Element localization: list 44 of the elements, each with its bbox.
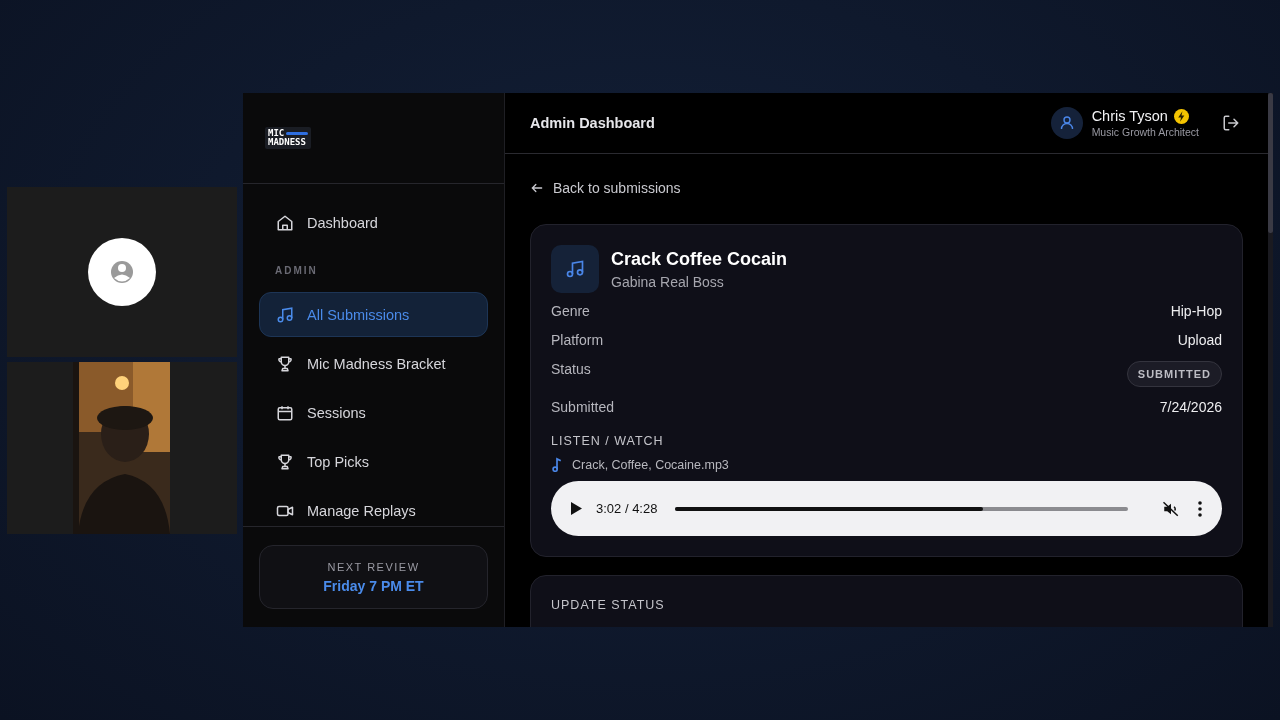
- music-note-icon: [551, 457, 563, 472]
- home-icon: [276, 213, 294, 232]
- back-link[interactable]: Back to submissions: [530, 174, 681, 202]
- detail-value: 7/24/2026: [1159, 399, 1222, 415]
- nav-item[interactable]: All Submissions: [259, 292, 488, 337]
- detail-label: Submitted: [551, 399, 615, 415]
- music-icon: [276, 305, 294, 324]
- section-heading: UPDATE STATUS: [551, 598, 666, 612]
- file-name: Crack, Coffee, Cocaine.mp3: [572, 457, 729, 472]
- section-heading: ADMIN: [274, 264, 319, 278]
- detail-label: Platform: [551, 332, 604, 348]
- next-review-label: NEXT REVIEW: [327, 560, 420, 573]
- nav-item[interactable]: Dashboard: [259, 200, 488, 245]
- track-title: Crack Coffee Cocain: [611, 248, 788, 270]
- trophy-icon: [276, 354, 294, 373]
- next-review-time: Friday 7 PM ET: [323, 577, 424, 594]
- nav-item[interactable]: Sessions: [259, 390, 488, 435]
- detail-label: Status: [551, 361, 591, 377]
- detail-value: Hip-Hop: [1170, 303, 1222, 319]
- user-role: Music Growth Architect: [1091, 126, 1199, 138]
- play-icon: [571, 502, 582, 515]
- logo: MIC MADNESS: [265, 127, 312, 149]
- page-title: Admin Dashboard: [530, 115, 655, 131]
- more-icon: [1198, 500, 1202, 517]
- avatar-icon: [88, 238, 156, 306]
- calendar-icon: [276, 403, 294, 422]
- nav-item[interactable]: Manage Replays: [259, 488, 488, 526]
- progress-track[interactable]: [675, 506, 1128, 511]
- detail-label: Genre: [551, 303, 590, 319]
- status-badge: SUBMITTED: [1126, 361, 1222, 387]
- music-tile-icon: [551, 245, 599, 293]
- nav-item[interactable]: Mic Madness Bracket: [259, 341, 488, 386]
- user-name: Chris Tyson: [1091, 108, 1168, 124]
- playback-time: 3:02 / 4:28: [596, 501, 658, 516]
- nav-item[interactable]: Top Picks: [259, 439, 488, 484]
- detail-value: Upload: [1177, 332, 1222, 348]
- trophy-icon: [276, 452, 294, 471]
- user-avatar-icon: [1050, 107, 1083, 139]
- logout-button[interactable]: [1222, 114, 1240, 132]
- section-heading: LISTEN / WATCH: [551, 434, 665, 448]
- logout-icon: [1222, 114, 1240, 132]
- arrow-left-icon: [530, 181, 544, 195]
- muted-speaker-icon: [1162, 499, 1180, 518]
- artist-name: Gabina Real Boss: [611, 273, 725, 290]
